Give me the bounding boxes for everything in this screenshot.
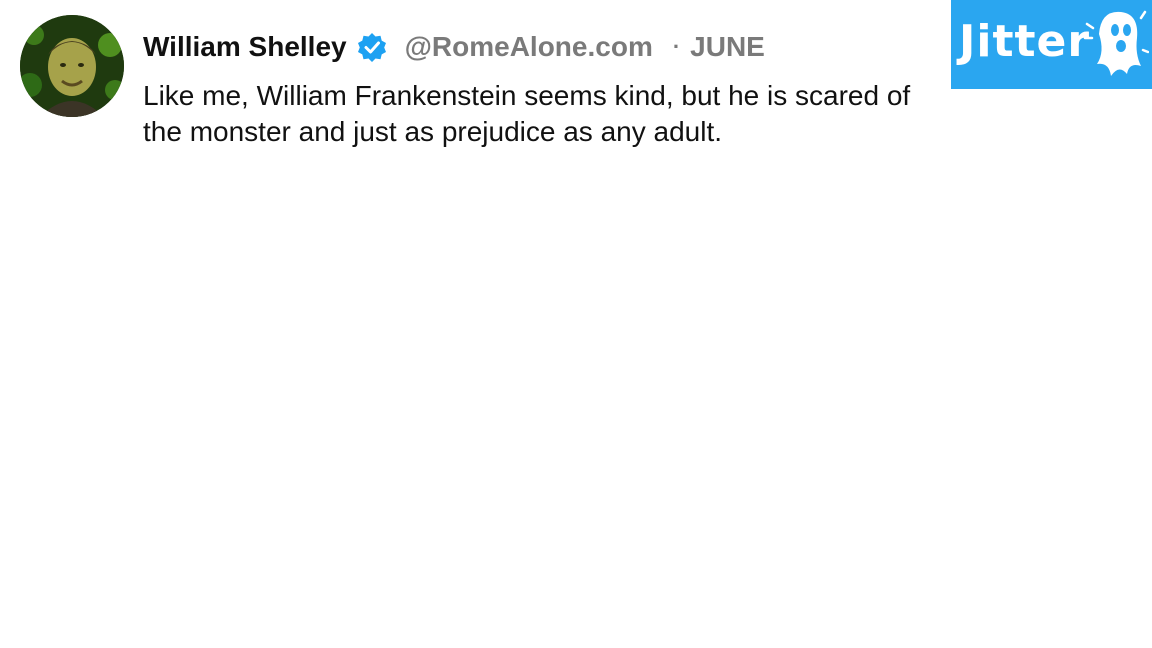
ghost-icon [1083,10,1149,76]
author-name[interactable]: William Shelley [143,31,347,63]
avatar-image [20,15,124,117]
tweet-header: William Shelley @RomeAlone.com · JUNE [143,28,765,66]
avatar[interactable] [20,15,124,117]
tweet-date[interactable]: JUNE [690,31,765,63]
brand-logo[interactable]: Jitter [951,0,1152,89]
logo-text: Jitter [959,16,1091,67]
verified-badge-icon [357,33,386,62]
tweet-text: Like me, William Frankenstein seems kind… [143,80,911,147]
tweet-card: William Shelley @RomeAlone.com · JUNE Li… [0,0,1152,648]
meta-separator: · [672,34,681,59]
author-handle[interactable]: @RomeAlone.com [405,31,653,63]
